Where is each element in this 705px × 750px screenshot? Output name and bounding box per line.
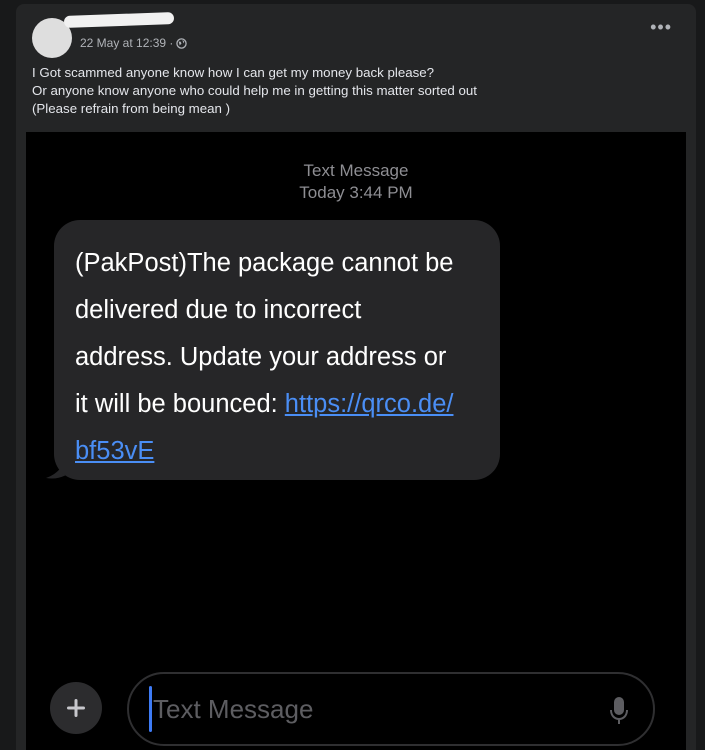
post-caption: I Got scammed anyone know how I can get … (32, 64, 672, 118)
scam-link-continued[interactable]: bf53vE (75, 437, 154, 465)
attached-sms-screenshot[interactable]: Text Message Today 3:44 PM (PakPost)The … (26, 132, 686, 750)
message-header: Text Message Today 3:44 PM (26, 160, 686, 204)
post-timestamp[interactable]: 22 May at 12:39 · (80, 36, 173, 50)
message-time-label: Today 3:44 PM (299, 183, 413, 202)
message-text: (PakPost)The package cannot be (75, 249, 454, 277)
more-options-icon[interactable]: ••• (650, 18, 672, 36)
sms-message-bubble: (PakPost)The package cannot be delivered… (54, 220, 500, 480)
globe-icon (176, 37, 188, 49)
text-cursor (149, 686, 152, 732)
message-text: it will be bounced: (75, 390, 285, 418)
facebook-post: 22 May at 12:39 · ••• I Got scammed anyo… (16, 4, 696, 750)
author-name-redacted (63, 12, 175, 28)
message-text: delivered due to incorrect (75, 296, 362, 324)
compose-bar: Text Message (26, 668, 686, 750)
post-meta: 22 May at 12:39 · (80, 36, 188, 50)
post-caption-line: Or anyone know anyone who could help me … (32, 83, 477, 98)
message-channel-label: Text Message (303, 161, 409, 180)
message-input-placeholder: Text Message (153, 694, 314, 724)
scam-link[interactable]: https://qrco.de/ (285, 390, 454, 418)
microphone-icon[interactable] (609, 696, 629, 726)
post-caption-line: I Got scammed anyone know how I can get … (32, 65, 435, 80)
plus-icon (67, 699, 85, 717)
post-header: 22 May at 12:39 · ••• (16, 4, 696, 60)
message-text: address. Update your address or (75, 343, 447, 371)
message-input[interactable]: Text Message (127, 672, 655, 746)
post-caption-line: (Please refrain from being mean ) (32, 101, 231, 116)
add-attachment-button[interactable] (50, 682, 102, 734)
